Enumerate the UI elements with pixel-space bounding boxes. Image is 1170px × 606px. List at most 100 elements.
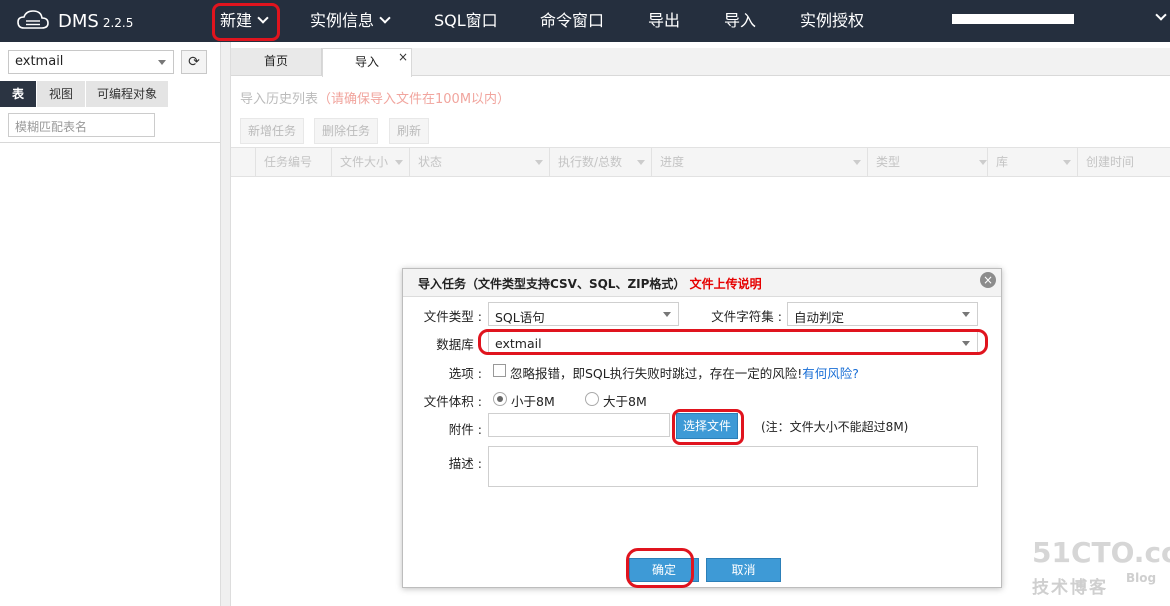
column-label: 创建时间: [1086, 155, 1135, 169]
confirm-button[interactable]: 确定: [629, 558, 699, 582]
size-large-radio[interactable]: [585, 392, 599, 406]
dropdown-arrow-icon: [663, 312, 671, 317]
sort-arrow-icon: [637, 160, 645, 165]
size-label-text: 文件体积: [423, 394, 474, 409]
table-filter-placeholder: 模糊匹配表名: [15, 120, 88, 134]
file-type-select[interactable]: SQL语句: [488, 302, 679, 326]
description-label: 描述 :: [448, 456, 482, 471]
history-size-warning: （请确保导入文件在100M以内）: [318, 92, 511, 107]
nav-instance-info[interactable]: 实例信息: [310, 0, 391, 42]
database-select[interactable]: extmail: [8, 50, 174, 74]
dropdown-arrow-icon: [962, 312, 970, 317]
sort-arrow-icon: [853, 160, 861, 165]
app-version: 2.2.5: [102, 16, 134, 30]
column-header[interactable]: 文件大小: [331, 148, 409, 176]
sort-arrow-icon: [979, 160, 987, 165]
attachment-path-input[interactable]: [488, 413, 670, 437]
history-table-header: 任务编号 文件大小 状态 执行数/总数 进度 类型 库 创建时间: [231, 147, 1170, 177]
upload-help-link[interactable]: 文件上传说明: [690, 277, 762, 291]
nav-instance-auth[interactable]: 实例授权: [800, 0, 864, 42]
column-header[interactable]: 库: [987, 148, 1077, 176]
watermark-blog: Blog: [1126, 571, 1157, 585]
redacted-username[interactable]: [952, 14, 1074, 24]
sort-arrow-icon: [535, 160, 543, 165]
database-label-text: 数据库: [436, 337, 474, 352]
description-textarea[interactable]: [488, 446, 978, 487]
dropdown-arrow-icon: [962, 341, 970, 346]
column-label: 任务编号: [264, 155, 313, 169]
database-select-value: extmail: [15, 54, 64, 69]
column-header[interactable]: 类型: [867, 148, 993, 176]
column-label: 类型: [876, 155, 901, 169]
refresh-icon: ⟳: [188, 54, 200, 70]
close-tab-icon[interactable]: ×: [398, 50, 408, 64]
size-large-label: 大于8M: [603, 394, 647, 409]
column-label: 执行数/总数: [558, 155, 623, 169]
add-task-button[interactable]: 新增任务: [240, 118, 305, 144]
watermark-logo: 51CTO.com: [1032, 536, 1170, 569]
history-title-text: 导入历史列表: [240, 92, 319, 107]
nav-instance-info-label: 实例信息: [310, 11, 375, 30]
column-header[interactable]: 执行数/总数: [549, 148, 651, 176]
database-select-field[interactable]: extmail: [488, 331, 978, 355]
sort-arrow-icon: [1063, 160, 1071, 165]
column-label: 进度: [660, 155, 685, 169]
column-header[interactable]: 任务编号: [255, 148, 331, 176]
ignore-error-checkbox[interactable]: [493, 364, 506, 377]
tab-tables[interactable]: 表: [0, 81, 36, 107]
file-type-value: SQL语句: [495, 310, 545, 325]
nav-command-window-label: 命令窗口: [540, 11, 605, 30]
delete-task-button[interactable]: 删除任务: [314, 118, 379, 144]
column-label: 库: [996, 155, 1009, 169]
options-label: 选项 :: [448, 366, 482, 381]
dropdown-arrow-icon: [158, 60, 166, 65]
risk-info-link[interactable]: 有何风险?: [802, 366, 859, 381]
file-size-note: (注：文件大小不能超过8M): [761, 420, 909, 434]
size-small-radio[interactable]: [493, 392, 507, 406]
nav-new[interactable]: 新建: [220, 0, 269, 42]
nav-sql-window-label: SQL窗口: [434, 11, 498, 30]
divider: [0, 142, 220, 143]
sort-arrow-icon: [395, 160, 403, 165]
tab-home[interactable]: 首页: [231, 48, 322, 75]
watermark-subtitle: 技术博客: [1032, 578, 1108, 598]
nav-command-window[interactable]: 命令窗口: [540, 0, 604, 42]
panel-splitter[interactable]: [220, 42, 231, 606]
ignore-error-label: 忽略报错，即SQL执行失败时跳过，存在一定的风险!: [510, 366, 803, 381]
charset-select[interactable]: 自动判定: [787, 302, 978, 326]
refresh-button[interactable]: ⟳: [181, 50, 207, 74]
dialog-title-text: 导入任务（文件类型支持CSV、SQL、ZIP格式）: [418, 277, 686, 291]
ignore-error-text: 忽略报错，即SQL执行失败时跳过，存在一定的风险!有何风险?: [510, 363, 859, 382]
close-icon[interactable]: ×: [980, 272, 996, 288]
database-value: extmail: [495, 336, 542, 351]
attachment-label-text: 附件: [448, 422, 474, 437]
column-label: 文件大小: [340, 155, 389, 169]
nav-instance-auth-label: 实例授权: [800, 11, 865, 30]
charset-label: 文件字符集 :: [711, 309, 782, 324]
charset-value: 自动判定: [794, 310, 845, 325]
description-label-text: 描述: [448, 456, 474, 471]
choose-file-button[interactable]: 选择文件: [676, 413, 738, 439]
size-small-label: 小于8M: [511, 394, 555, 409]
chevron-down-icon: [379, 12, 391, 24]
nav-new-label: 新建: [220, 11, 253, 30]
size-label: 文件体积 :: [423, 394, 482, 409]
nav-export[interactable]: 导出: [648, 0, 680, 42]
nav-sql-window[interactable]: SQL窗口: [434, 0, 498, 42]
cloud-logo-icon: [17, 10, 49, 29]
column-header[interactable]: 状态: [409, 148, 549, 176]
cancel-button[interactable]: 取消: [706, 558, 781, 582]
table-filter-input[interactable]: 模糊匹配表名: [8, 113, 155, 137]
refresh-list-button[interactable]: 刷新: [389, 118, 430, 144]
options-label-text: 选项: [448, 366, 474, 381]
column-header[interactable]: 进度: [651, 148, 867, 176]
attachment-label: 附件 :: [448, 422, 482, 437]
file-type-label: 文件类型 :: [423, 309, 482, 324]
tab-programmable-objects[interactable]: 可编程对象: [86, 81, 168, 107]
nav-import[interactable]: 导入: [724, 0, 756, 42]
column-header[interactable]: 创建时间: [1077, 148, 1170, 176]
column-label: 状态: [418, 155, 443, 169]
app-name: DMS: [58, 11, 99, 32]
tab-views[interactable]: 视图: [37, 81, 85, 107]
import-history-title: 导入历史列表（请确保导入文件在100M以内）: [240, 88, 510, 107]
